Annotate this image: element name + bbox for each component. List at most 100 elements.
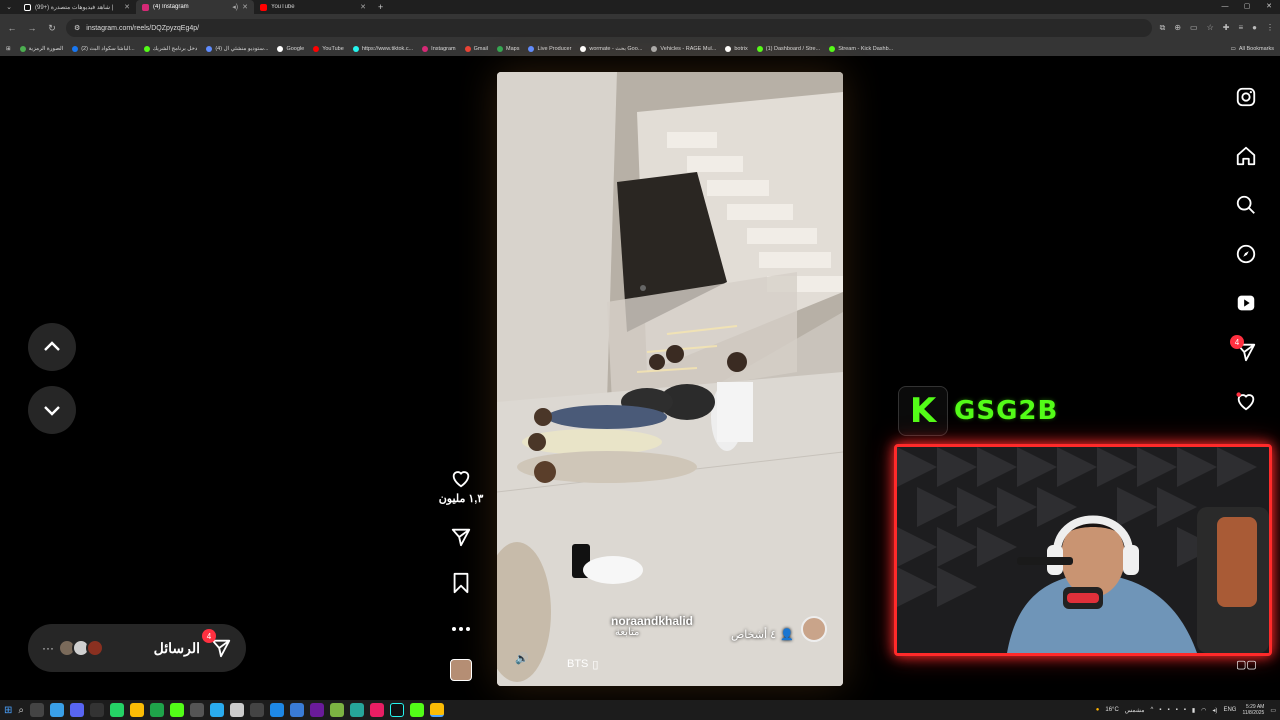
app-icon[interactable] [50,703,64,717]
chrome-active-icon[interactable] [430,703,444,717]
telegram-icon[interactable] [210,703,224,717]
site-info-icon[interactable]: ⚙ [74,24,80,32]
tray-icon[interactable]: ▪ [1184,707,1186,713]
app-icon[interactable] [370,703,384,717]
bookmark-item[interactable]: wormate - بحث Goo... [580,46,642,52]
bookmark-item[interactable]: Vehicles - RAGE Mul... [651,46,716,52]
more-options-button[interactable] [449,617,473,641]
app-icon[interactable] [290,703,304,717]
app-icon[interactable] [270,703,284,717]
app-icon[interactable] [230,703,244,717]
bookmark-item[interactable]: (2) الباشا سكواد البث... [72,46,135,52]
forward-icon[interactable]: → [26,23,38,33]
follow-button[interactable]: متابعة [615,627,639,638]
share-button[interactable] [449,525,473,549]
tab-youtube[interactable]: YouTube ✕ [254,0,372,14]
premiere-icon[interactable] [310,703,324,717]
bookmark-item[interactable]: Instagram [422,46,456,52]
all-bookmarks[interactable]: ▭ All Bookmarks [1231,46,1274,52]
app-icon[interactable] [190,703,204,717]
start-icon[interactable]: ⊞ [4,705,12,716]
tab-tiktok[interactable]: (99+) شاهد فيديوهات متصدرة | ✕ [18,0,136,14]
audio-thumbnail[interactable] [450,659,472,681]
app-icon[interactable] [90,703,104,717]
more-icon[interactable]: ⋮ [1266,23,1274,33]
reels-button[interactable] [1226,278,1266,327]
like-button[interactable] [449,466,473,490]
next-reel-button[interactable] [28,386,76,434]
instagram-logo-button[interactable] [1226,72,1266,121]
bookmark-item[interactable]: https://www.tiktok.c... [352,46,413,52]
app-icon[interactable] [330,703,344,717]
bookmark-item[interactable]: (1) Dashboard / Stre... [756,46,820,52]
messages-nav-button[interactable]: 4 [1226,327,1266,376]
discord-icon[interactable] [70,703,84,717]
language-indicator[interactable]: ENG [1223,707,1236,713]
close-window-icon[interactable]: ✕ [1258,0,1280,14]
tiktok-icon[interactable] [390,703,404,717]
audio-track[interactable]: BTS ▯ [567,658,598,671]
bookmark-item[interactable]: Gmail [464,46,488,52]
apps-icon[interactable]: ⊞ [6,46,11,52]
extensions-icon[interactable]: ✚ [1223,23,1230,33]
bookmark-item[interactable]: Google [277,46,304,52]
close-tab-icon[interactable]: ✕ [360,3,366,11]
chevron-up-icon[interactable]: ^ [1150,707,1153,713]
reload-icon[interactable]: ↻ [46,23,58,34]
maximize-icon[interactable]: ▢ [1236,0,1258,14]
profile-icon[interactable]: ● [1252,23,1257,33]
explore-button[interactable] [1226,229,1266,278]
tab-instagram[interactable]: (4) Instagram ◂) ✕ [136,0,254,14]
previous-reel-button[interactable] [28,323,76,371]
menu-list-icon[interactable]: ≡ [1238,23,1243,33]
close-tab-icon[interactable]: ✕ [124,3,130,11]
bookmark-item[interactable]: دخل برنامج الشريك [143,46,197,52]
tab-search-icon[interactable]: ⌄ [0,3,18,11]
speaker-icon[interactable]: ◂) [232,3,238,11]
close-tab-icon[interactable]: ✕ [242,3,248,11]
cast-icon[interactable]: ▭ [1190,23,1198,33]
star-icon[interactable]: ☆ [1207,23,1214,33]
search-button[interactable] [1226,180,1266,229]
translate-icon[interactable]: ⧉ [1160,23,1166,33]
new-tab-button[interactable]: + [372,2,389,12]
obs-icon[interactable] [250,703,264,717]
reel-owner-username[interactable]: noraandkhalid [611,614,693,628]
more-dots-icon[interactable]: ··· [42,641,54,655]
chrome-icon[interactable] [130,703,144,717]
tray-icon[interactable]: ▪ [1159,707,1161,713]
bookmark-item[interactable]: Live Producer [528,46,571,52]
home-button[interactable] [1226,131,1266,180]
battery-icon[interactable]: ▮ [1192,707,1195,714]
bookmark-item[interactable]: botrix [725,46,748,52]
bookmark-item[interactable]: Maps [497,46,519,52]
zoom-icon[interactable]: ⊕ [1174,23,1181,33]
back-icon[interactable]: ← [6,23,18,33]
wifi-icon[interactable]: ◠ [1201,707,1206,714]
minimize-icon[interactable]: — [1214,0,1236,14]
url-field[interactable]: ⚙ instagram.com/reels/DQZpyzqEg4p/ [66,19,1152,37]
volume-icon[interactable]: ◂) [1212,707,1217,714]
bookmark-item[interactable]: Stream - Kick Dashb... [829,46,893,52]
notifications-button[interactable] [1226,376,1266,425]
reel-video[interactable]: noraandkhalid متابعة ٤ أشخاص 👤 🔊 BTS ▯ [497,72,843,686]
whatsapp-icon[interactable] [110,703,124,717]
search-icon[interactable]: ⌕ [18,705,24,716]
bookmark-item[interactable]: الصورة الرمزية [19,46,63,52]
kick-studio-icon[interactable] [410,703,424,717]
task-view-icon[interactable] [30,703,44,717]
notifications-icon[interactable]: ▭ [1270,707,1276,714]
sound-toggle-icon[interactable]: 🔊 [515,652,529,665]
layout-toggle-icon[interactable]: ▢▢ [1236,658,1257,671]
app-icon[interactable] [150,703,164,717]
messages-bar[interactable]: ··· الرسائل 4 [28,624,246,672]
reel-owner-avatar[interactable] [801,616,827,642]
tray-icon[interactable]: ▪ [1167,707,1169,713]
tray-icon[interactable]: ▪ [1176,707,1178,713]
app-icon[interactable] [350,703,364,717]
bookmark-item[interactable]: YouTube [313,46,344,52]
kick-icon[interactable] [170,703,184,717]
save-button[interactable] [449,571,473,595]
clock[interactable]: 5:29 AM 11/8/2025 [1242,704,1264,716]
tagged-people-button[interactable]: ٤ أشخاص 👤 [731,628,794,641]
